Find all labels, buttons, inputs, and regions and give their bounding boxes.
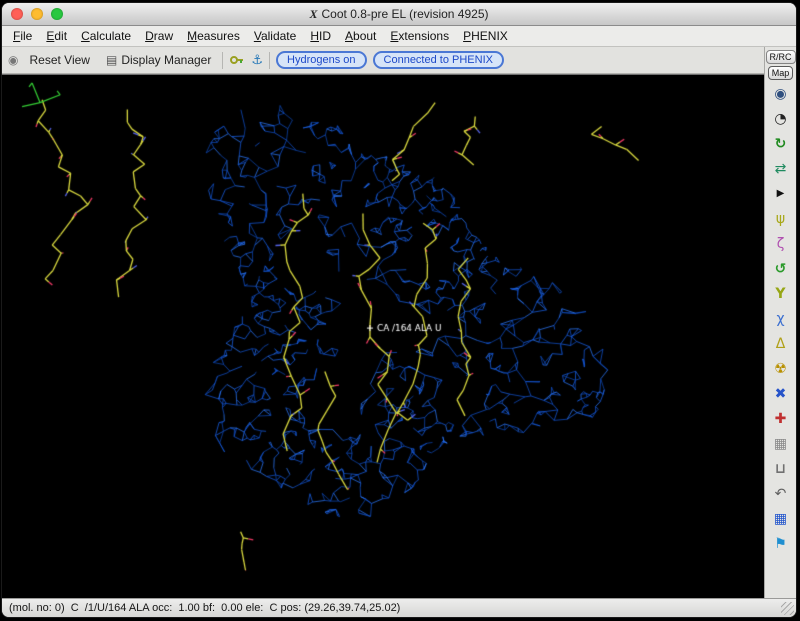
view-sphere-icon[interactable]: ◉	[769, 81, 793, 106]
clear-picks-icon[interactable]: ✖	[769, 381, 793, 406]
coot-window: X Coot 0.8-pre EL (revision 4925) File Ed…	[2, 3, 796, 617]
display-manager-button[interactable]: ▤ Display Manager	[101, 51, 216, 69]
rotate-translate-icon[interactable]: ↺	[769, 256, 793, 281]
clock-icon[interactable]: ◔	[769, 106, 793, 131]
reset-view-label: Reset View	[29, 53, 89, 67]
auto-fit-rotamer-icon[interactable]: Y	[769, 281, 793, 306]
maps-grid-icon[interactable]: ▦	[769, 506, 793, 531]
flip-peptide-icon[interactable]: Δ	[769, 331, 793, 356]
window-controls	[2, 8, 63, 20]
title-bar[interactable]: X Coot 0.8-pre EL (revision 4925)	[2, 3, 796, 26]
toolbar-circle-icon[interactable]: ◉	[8, 53, 18, 67]
key-icon[interactable]	[229, 52, 245, 68]
menu-measures[interactable]: Measures	[180, 27, 247, 45]
rotamer-icon[interactable]: ψ	[769, 206, 793, 231]
main-toolbar: ◉ Reset View ▤ Display Manager ⚓ Hydrogen…	[2, 47, 764, 74]
resize-grip[interactable]	[781, 602, 794, 615]
anchor-icon[interactable]: ⚓	[251, 53, 263, 68]
menu-hid[interactable]: HID	[303, 27, 338, 45]
menu-edit[interactable]: Edit	[39, 27, 74, 45]
status-bar: (mol. no: 0) C /1/U/164 ALA occ: 1.00 bf…	[2, 598, 796, 617]
regularize-icon[interactable]: ⇄	[769, 156, 793, 181]
delete-icon[interactable]: ⊔	[769, 456, 793, 481]
window-title-text: Coot 0.8-pre EL (revision 4925)	[322, 7, 489, 21]
menu-file[interactable]: File	[6, 27, 39, 45]
window-title: X Coot 0.8-pre EL (revision 4925)	[2, 7, 796, 22]
status-text: (mol. no: 0) C /1/U/164 ALA occ: 1.00 bf…	[2, 602, 400, 614]
right-toolbar: R/RC Map ◉ ◔ ↻ ⇄ ▶ ψ ζ ↺ Y χ Δ ☢ ✖ ✚ ▦ ⊔…	[764, 47, 796, 598]
radioactive-icon[interactable]: ☢	[769, 356, 793, 381]
display-manager-icon: ▤	[106, 53, 117, 67]
viewport-container	[2, 74, 764, 598]
refine-icon[interactable]: ↻	[769, 131, 793, 156]
reset-view-button[interactable]: Reset View	[24, 51, 94, 69]
x11-icon: X	[310, 7, 318, 21]
display-manager-label: Display Manager	[121, 53, 211, 67]
menu-bar: File Edit Calculate Draw Measures Valida…	[2, 26, 796, 47]
menu-phenix[interactable]: PHENIX	[456, 27, 515, 45]
toolbar-separator	[222, 52, 223, 69]
hydrogens-toggle-button[interactable]: Hydrogens on	[276, 51, 367, 69]
molecular-viewport[interactable]	[2, 75, 764, 598]
phenix-connection-button[interactable]: Connected to PHENIX	[373, 51, 504, 69]
flag-icon[interactable]: ⚑	[769, 531, 793, 556]
map-button[interactable]: Map	[768, 66, 794, 80]
menu-draw[interactable]: Draw	[138, 27, 180, 45]
chi-angles-icon[interactable]: χ	[769, 306, 793, 331]
zoom-button[interactable]	[51, 8, 63, 20]
grid-icon[interactable]: ▦	[769, 431, 793, 456]
close-button[interactable]	[11, 8, 23, 20]
menu-about[interactable]: About	[338, 27, 383, 45]
minimize-button[interactable]	[31, 8, 43, 20]
pointer-icon[interactable]: ▶	[769, 181, 793, 206]
mutate-icon[interactable]: ζ	[769, 231, 793, 256]
rrc-button[interactable]: R/RC	[766, 50, 796, 64]
add-atom-icon[interactable]: ✚	[769, 406, 793, 431]
menu-calculate[interactable]: Calculate	[74, 27, 138, 45]
menu-validate[interactable]: Validate	[247, 27, 304, 45]
undo-icon[interactable]: ↶	[769, 481, 793, 506]
menu-extensions[interactable]: Extensions	[383, 27, 456, 45]
toolbar-separator	[269, 52, 270, 69]
